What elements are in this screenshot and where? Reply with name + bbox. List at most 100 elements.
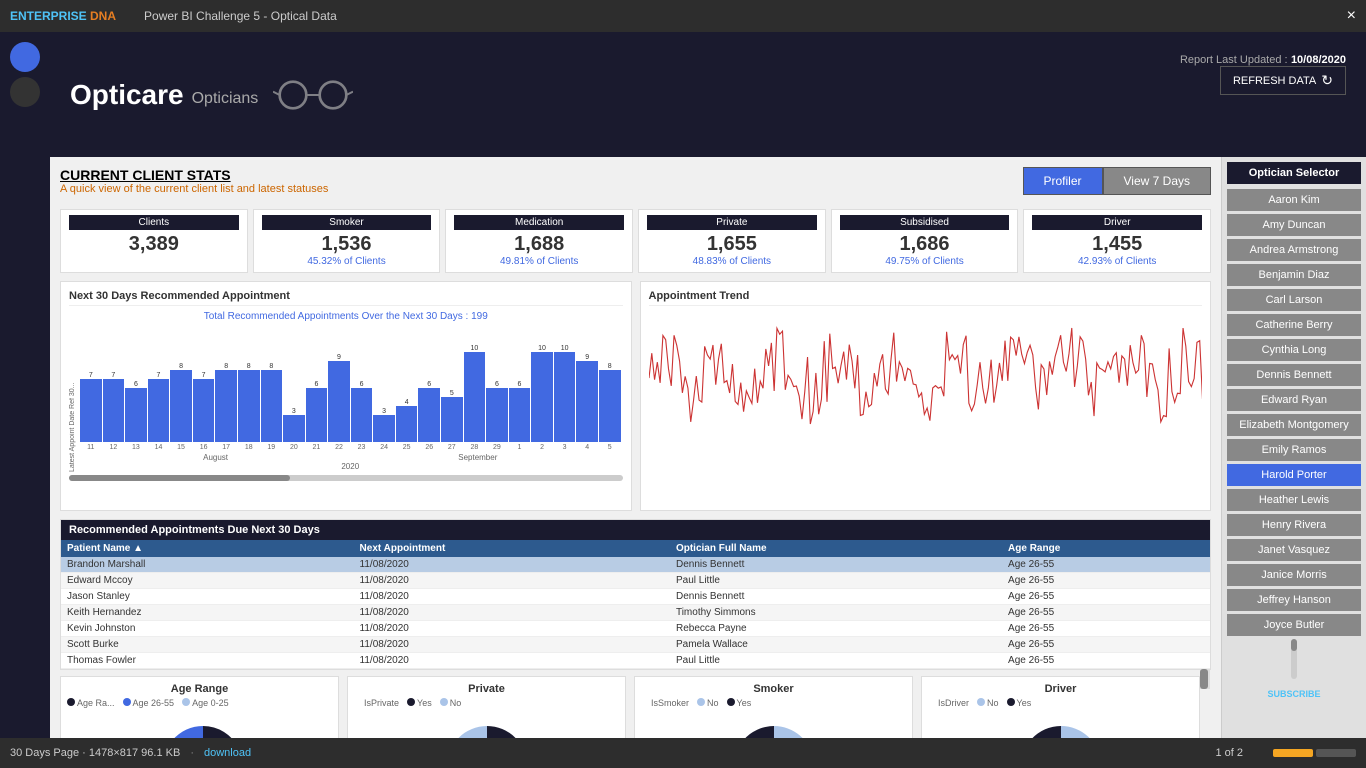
bar-value: 6 [518, 381, 522, 388]
stats-title: CURRENT CLIENT STATS [60, 167, 328, 183]
cell-age: Age 26-55 [1002, 605, 1210, 621]
sidebar-item-emily-ramos[interactable]: Emily Ramos [1227, 439, 1361, 461]
bar-rect [351, 388, 373, 442]
refresh-label: REFRESH DATA [1233, 75, 1316, 87]
table-row[interactable]: Edward Mccoy11/08/2020Paul LittleAge 26-… [61, 573, 1210, 589]
table-row[interactable]: Scott Burke11/08/2020Pamela WallaceAge 2… [61, 637, 1210, 653]
stat-value-medication: 1,688 [454, 233, 624, 256]
cell-age: Age 26-55 [1002, 653, 1210, 669]
bar-x-label: 20 [283, 444, 305, 451]
sidebar-item-janice-morris[interactable]: Janice Morris [1227, 564, 1361, 586]
bar-value: 9 [585, 354, 589, 361]
stats-header: CURRENT CLIENT STATS A quick view of the… [60, 167, 328, 195]
bar-rect [531, 352, 553, 442]
cell-age: Age 26-55 [1002, 589, 1210, 605]
bar-value: 8 [179, 363, 183, 370]
stat-card-driver: Driver 1,455 42.93% of Clients [1023, 209, 1211, 273]
refresh-button[interactable]: REFRESH DATA ↻ [1220, 66, 1346, 95]
sidebar-title: Optician Selector [1227, 162, 1361, 184]
bar-value: 6 [427, 381, 431, 388]
legend-label: Age 26-55 [133, 698, 175, 708]
sidebar-item-andrea-armstrong[interactable]: Andrea Armstrong [1227, 239, 1361, 261]
sidebar-item-joyce-butler[interactable]: Joyce Butler [1227, 614, 1361, 636]
stat-card-clients: Clients 3,389 [60, 209, 248, 273]
bar-x-label: 23 [351, 444, 373, 451]
sidebar-item-aaron-kim[interactable]: Aaron Kim [1227, 189, 1361, 211]
bar-value: 7 [89, 372, 93, 379]
cell-patient: Jason Stanley [61, 589, 354, 605]
sidebar-item-benjamin-diaz[interactable]: Benjamin Diaz [1227, 264, 1361, 286]
report-updated-date: 10/08/2020 [1291, 54, 1346, 66]
stats-row: Clients 3,389 Smoker 1,536 45.32% of Cli… [60, 209, 1211, 273]
sidebar-item-heather-lewis[interactable]: Heather Lewis [1227, 489, 1361, 511]
sidebar-item-cynthia-long[interactable]: Cynthia Long [1227, 339, 1361, 361]
bar-rect [193, 379, 215, 442]
bar-item: 7 [148, 372, 170, 442]
sidebar-item-jeffrey-hanson[interactable]: Jeffrey Hanson [1227, 589, 1361, 611]
sidebar-item-edward-ryan[interactable]: Edward Ryan [1227, 389, 1361, 411]
cell-age: Age 26-55 [1002, 621, 1210, 637]
sidebar-item-elizabeth-montgomery[interactable]: Elizabeth Montgomery [1227, 414, 1361, 436]
bar-value: 7 [157, 372, 161, 379]
legend-dot [928, 698, 936, 706]
cell-optician: Paul Little [670, 653, 1002, 669]
bar-chart-scrollbar[interactable] [69, 475, 623, 481]
bar-value: 8 [247, 363, 251, 370]
bar-value: 6 [495, 381, 499, 388]
header-right: Report Last Updated : 10/08/2020 REFRESH… [1180, 52, 1346, 95]
bar-rect [509, 388, 531, 442]
glasses-icon [273, 75, 353, 115]
bar-rect [464, 352, 486, 442]
bar-item: 7 [193, 372, 215, 442]
view7days-button[interactable]: View 7 Days [1103, 167, 1211, 195]
legend-dot [67, 698, 75, 706]
bar-x-label: 21 [306, 444, 328, 451]
bar-item: 6 [509, 381, 531, 442]
stat-label-private: Private [647, 215, 817, 230]
sidebar-item-amy-duncan[interactable]: Amy Duncan [1227, 214, 1361, 236]
table-title: Recommended Appointments Due Next 30 Day… [61, 520, 1210, 540]
cell-appt: 11/08/2020 [354, 557, 670, 573]
profiler-button[interactable]: Profiler [1023, 167, 1103, 195]
bar-rect [486, 388, 508, 442]
bar-x-label: 28 [464, 444, 486, 451]
browser-top-bar: ENTERPRISE DNA Power BI Challenge 5 - Op… [0, 0, 1366, 32]
report-container: Opticare Opticians Report Last Updated :… [50, 32, 1366, 768]
stat-percent-medication: 49.81% of Clients [454, 256, 624, 267]
page-info: 30 Days Page · 1478×817 96.1 KB [10, 747, 180, 759]
bar-value: 4 [405, 399, 409, 406]
table-row[interactable]: Keith Hernandez11/08/2020Timothy Simmons… [61, 605, 1210, 621]
donut-title-1: Private [354, 683, 619, 695]
sidebar-item-catherine-berry[interactable]: Catherine Berry [1227, 314, 1361, 336]
sidebar-item-carl-larson[interactable]: Carl Larson [1227, 289, 1361, 311]
sidebar-item-dennis-bennett[interactable]: Dennis Bennett [1227, 364, 1361, 386]
x-label-september: September [458, 453, 497, 462]
sidebar-item-janet-vasquez[interactable]: Janet Vasquez [1227, 539, 1361, 561]
table-row[interactable]: Jason Stanley11/08/2020Dennis BennettAge… [61, 589, 1210, 605]
legend-dot [727, 698, 735, 706]
bar-rect [80, 379, 102, 442]
stat-value-clients: 3,389 [69, 233, 239, 256]
bar-value: 7 [111, 372, 115, 379]
sidebar-item-henry-rivera[interactable]: Henry Rivera [1227, 514, 1361, 536]
stat-percent-private: 48.83% of Clients [647, 256, 817, 267]
close-icon[interactable]: × [1347, 7, 1356, 25]
stats-subtitle: A quick view of the current client list … [60, 183, 328, 195]
bar-x-label: 27 [441, 444, 463, 451]
cell-optician: Timothy Simmons [670, 605, 1002, 621]
stat-label-medication: Medication [454, 215, 624, 230]
table-row[interactable]: Brandon Marshall11/08/2020Dennis Bennett… [61, 557, 1210, 573]
bar-value: 10 [470, 345, 478, 352]
report-updated-text: Report Last Updated : 10/08/2020 [1180, 52, 1346, 66]
table-row[interactable]: Kevin Johnston11/08/2020Rebecca PayneAge… [61, 621, 1210, 637]
browser-title: Power BI Challenge 5 - Optical Data [144, 9, 337, 23]
report-updated-label: Report Last Updated : [1180, 54, 1288, 66]
enterprise-dna-logo: ENTERPRISE DNA [10, 9, 116, 23]
sidebar-item-harold-porter[interactable]: Harold Porter [1227, 464, 1361, 486]
bar-value: 3 [382, 408, 386, 415]
table-row[interactable]: Thomas Fowler11/08/2020Paul LittleAge 26… [61, 653, 1210, 669]
cell-patient: Kevin Johnston [61, 621, 354, 637]
bar-item: 8 [261, 363, 283, 442]
bar-item: 8 [215, 363, 237, 442]
download-link[interactable]: download [204, 747, 251, 759]
